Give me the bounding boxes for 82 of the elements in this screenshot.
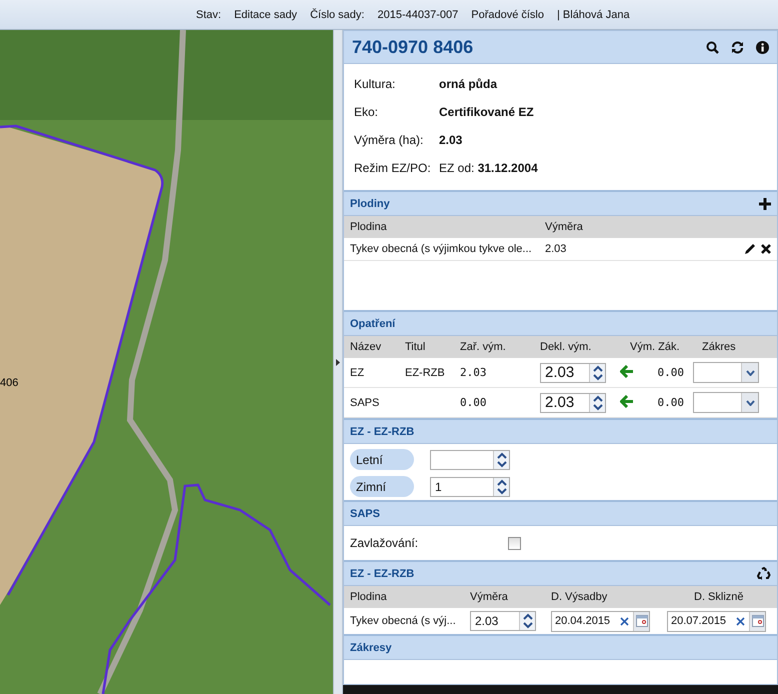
table-cell-text: 2.03: [545, 243, 568, 255]
column-header: D. Výsadby: [551, 591, 608, 603]
info-label: Kultura:: [354, 77, 396, 91]
status-text: Číslo sady:: [310, 8, 364, 20]
left-arrow-icon[interactable]: [620, 364, 634, 378]
caret-icon: [746, 400, 754, 406]
spinner-arrows-icon: [496, 450, 508, 468]
status-text: Editace sady: [234, 8, 298, 20]
table-cell-text: EZ: [350, 366, 366, 378]
section-title: Plodiny: [350, 198, 391, 210]
splitter-handle[interactable]: [333, 30, 343, 694]
status-text: | Bláhová Jana: [557, 8, 630, 20]
table-cell-text: Tykev obecná (s výjimkou tykve ole...: [350, 243, 533, 255]
column-header: Dekl. vým.: [540, 341, 592, 353]
aerial-map[interactable]: 406: [0, 30, 333, 694]
section-title: EZ - EZ-RZB: [350, 568, 416, 580]
delete-icon[interactable]: [761, 244, 771, 254]
refresh-icon[interactable]: [731, 40, 744, 54]
caret-icon: [746, 370, 754, 376]
table-cell-text: 0.00: [656, 366, 684, 379]
calendar-icon[interactable]: [636, 615, 648, 627]
column-header: Název: [350, 341, 382, 353]
parcel-label: 406: [0, 377, 18, 389]
spinner-arrows-icon: [592, 364, 604, 382]
recycle-icon[interactable]: [757, 567, 771, 580]
spinner-arrows-icon: [592, 394, 604, 412]
parcel-boundary[interactable]: [0, 124, 164, 596]
column-header: Vým. Zák.: [630, 341, 681, 353]
info-label: Eko:: [354, 105, 380, 119]
plus-icon[interactable]: [759, 198, 771, 210]
left-arrow-icon[interactable]: [620, 394, 634, 408]
parcel-boundary[interactable]: [102, 484, 331, 694]
date-field[interactable]: 20.04.2015: [551, 610, 650, 632]
parcel-title: 740-0970 8406: [352, 36, 474, 58]
table-cell-text: 0.00: [656, 396, 684, 409]
number-spinner[interactable]: 1: [430, 476, 510, 496]
number-spinner[interactable]: 2.03: [540, 392, 606, 412]
checkbox[interactable]: [508, 536, 521, 550]
column-header: Plodina: [350, 591, 388, 603]
dropdown-field[interactable]: [693, 362, 759, 383]
info-value: orná půda: [439, 77, 498, 91]
field-label: Zimní: [350, 476, 414, 497]
checkbox-label: Zavlažování:: [350, 536, 420, 550]
section-title: Opatření: [350, 318, 396, 330]
dropdown-field[interactable]: [693, 392, 759, 413]
column-header: Plodina: [350, 221, 388, 233]
status-text: Stav:: [196, 8, 222, 20]
section-title: EZ - EZ-RZB: [350, 426, 416, 438]
table-cell-text: 0.00: [460, 396, 488, 409]
collapse-arrow-icon[interactable]: [336, 358, 340, 366]
number-spinner[interactable]: 2.03: [540, 362, 606, 382]
table-cell: EZ-RZB: [405, 366, 445, 378]
calendar-icon[interactable]: [752, 615, 764, 627]
spinner-arrows-icon: [522, 612, 534, 630]
info-label: Režim EZ/PO:: [354, 161, 432, 175]
section-title: Zákresy: [350, 642, 393, 654]
clear-icon[interactable]: [736, 616, 745, 626]
number-spinner[interactable]: [430, 450, 510, 470]
column-header: D. Sklizně: [694, 591, 745, 603]
table-cell-text: Tykev obecná (s výj...: [350, 615, 457, 627]
column-header: Výměra: [545, 221, 584, 233]
column-header: Titul: [405, 341, 426, 353]
clear-icon[interactable]: [620, 616, 629, 626]
status-text: Pořadové číslo: [471, 8, 544, 20]
search-icon[interactable]: [706, 40, 719, 54]
table-cell-text: 2.03: [460, 366, 488, 379]
pencil-icon[interactable]: [744, 243, 756, 255]
column-header: Zákres: [702, 341, 737, 353]
info-label: Výměra (ha):: [354, 133, 424, 147]
table-cell-text: SAPS: [350, 396, 380, 408]
field-label: Letní: [350, 449, 414, 470]
info-value: 2.03: [439, 133, 462, 147]
info-value: EZ od: 31.12.2004: [439, 161, 538, 175]
status-text: 2015-44037-007: [377, 8, 458, 20]
column-header: Výměra: [470, 591, 509, 603]
spinner-arrows-icon: [496, 478, 508, 496]
column-header: Zař. vým.: [460, 341, 507, 353]
info-value: Certifikované EZ: [439, 105, 534, 119]
info-icon[interactable]: [756, 40, 769, 54]
number-spinner[interactable]: 2.03: [470, 611, 536, 631]
date-field[interactable]: 20.07.2015: [667, 610, 766, 632]
section-title: SAPS: [350, 508, 381, 520]
